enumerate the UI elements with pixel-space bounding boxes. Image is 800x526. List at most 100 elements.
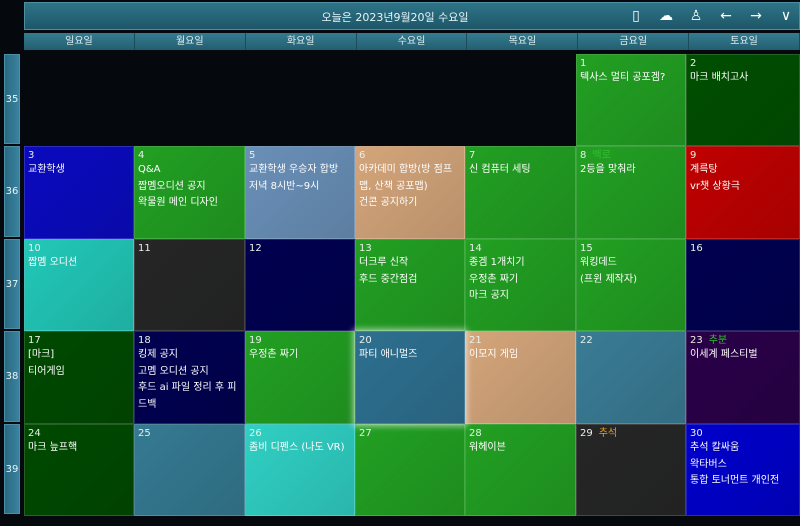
day-number: 27 bbox=[359, 427, 461, 440]
event-item[interactable]: 킹제 공지 bbox=[138, 347, 241, 364]
day-number: 13 bbox=[359, 242, 461, 255]
event-item[interactable]: 마크 공지 bbox=[469, 288, 572, 305]
day-number: 20 bbox=[359, 334, 461, 347]
day-cell-17[interactable]: 17 [마크] 티어게임 bbox=[24, 331, 134, 424]
arrow-right-icon[interactable]: → bbox=[743, 6, 769, 26]
user-icon[interactable]: ♙ bbox=[683, 6, 709, 26]
day-number-text: 10 bbox=[28, 243, 41, 254]
day-cell-26[interactable]: 26 좀비 디펜스 (나도 VR) bbox=[245, 424, 355, 516]
event-item[interactable]: [마크] bbox=[28, 347, 130, 364]
day-number: 10 bbox=[28, 242, 130, 255]
day-number-text: 23 bbox=[690, 335, 703, 346]
event-item[interactable]: 마크 배치고사 bbox=[690, 70, 796, 87]
day-cell-2[interactable]: 2 마크 배치고사 bbox=[686, 54, 800, 146]
event-item[interactable]: 더크루 신작 bbox=[359, 255, 461, 272]
day-cell-11[interactable]: 11 bbox=[134, 239, 245, 331]
event-item[interactable]: 왁물원 메인 디자인 bbox=[138, 195, 241, 212]
event-item[interactable]: Q&A bbox=[138, 162, 241, 179]
day-number-text: 4 bbox=[138, 150, 145, 161]
day-cell-18[interactable]: 18 킹제 공지 고멤 오디션 공지 후드 ai 파일 정리 후 피드백 bbox=[134, 331, 245, 424]
week-number: 39 bbox=[4, 424, 20, 514]
day-cell-14[interactable]: 14 종겜 1개치기 우정촌 짜기 마크 공지 bbox=[465, 239, 576, 331]
day-number: 11 bbox=[138, 242, 241, 255]
day-cell-21[interactable]: 21 이모지 게임 bbox=[465, 331, 576, 424]
day-cell-15[interactable]: 15 워킹데드 (프윈 제작자) bbox=[576, 239, 686, 331]
event-item[interactable]: 후드 ai 파일 정리 후 피드백 bbox=[138, 380, 241, 413]
event-item[interactable]: 저녁 8시반~9시 bbox=[249, 179, 351, 196]
day-cell-9[interactable]: 9 계륵탕 vr챗 상황극 bbox=[686, 146, 800, 239]
arrow-left-icon[interactable]: ← bbox=[713, 6, 739, 26]
event-item[interactable]: 후드 중간점검 bbox=[359, 272, 461, 289]
day-cell-8[interactable]: 8 백로 2등을 맞춰라 bbox=[576, 146, 686, 239]
event-item[interactable]: 아카데미 합방(방 점프맵, 산책 공포맵) bbox=[359, 162, 461, 195]
day-cell-24[interactable]: 24 마크 늪프핵 bbox=[24, 424, 134, 516]
day-number: 22 bbox=[580, 334, 682, 347]
day-cell-12[interactable]: 12 bbox=[245, 239, 355, 331]
day-number-text: 2 bbox=[690, 58, 697, 69]
day-cell-25[interactable]: 25 bbox=[134, 424, 245, 516]
event-item[interactable]: vr챗 상황극 bbox=[690, 179, 796, 196]
day-number: 4 bbox=[138, 149, 241, 162]
day-number: 28 bbox=[469, 427, 572, 440]
cloud-help-icon[interactable]: ☁ bbox=[653, 6, 679, 26]
day-cell-19[interactable]: 19 우정촌 짜기 bbox=[245, 331, 355, 424]
event-item[interactable]: 종겜 1개치기 bbox=[469, 255, 572, 272]
event-item[interactable]: 텍사스 멀티 공포겜? bbox=[580, 70, 682, 87]
event-item[interactable]: 2등을 맞춰라 bbox=[580, 162, 682, 179]
day-number: 16 bbox=[690, 242, 796, 255]
event-item[interactable]: 신 컴퓨터 세팅 bbox=[469, 162, 572, 179]
day-cell-20[interactable]: 20 파티 애니멀즈 bbox=[355, 331, 465, 424]
event-item[interactable]: 짭멤오디션 공지 bbox=[138, 179, 241, 196]
day-cell-10[interactable]: 10 짭멤 오디션 bbox=[24, 239, 134, 331]
event-item[interactable]: 파티 애니멀즈 bbox=[359, 347, 461, 364]
day-cell-23[interactable]: 23 추분 이세계 페스티벌 bbox=[686, 331, 800, 424]
event-item[interactable]: 마크 늪프핵 bbox=[28, 440, 130, 457]
event-item[interactable]: 왁타버스 bbox=[690, 457, 796, 474]
day-cell-5[interactable]: 5 교환학생 우승자 합방 저녁 8시반~9시 bbox=[245, 146, 355, 239]
event-item[interactable]: 티어게임 bbox=[28, 364, 130, 381]
day-cell-4[interactable]: 4 Q&A 짭멤오디션 공지 왁물원 메인 디자인 bbox=[134, 146, 245, 239]
event-item[interactable]: (프윈 제작자) bbox=[580, 272, 682, 289]
weekday-header: 일요일 월요일 화요일 수요일 목요일 금요일 토요일 bbox=[24, 33, 800, 50]
day-cell-6[interactable]: 6 아카데미 합방(방 점프맵, 산책 공포맵) 건콘 공지하기 bbox=[355, 146, 465, 239]
event-item[interactable]: 통합 토너먼트 개인전 bbox=[690, 473, 796, 490]
event-item[interactable]: 교환학생 우승자 합방 bbox=[249, 162, 351, 179]
event-item[interactable]: 짭멤 오디션 bbox=[28, 255, 130, 272]
day-cell-30[interactable]: 30 추석 칼싸움 왁타버스 통합 토너먼트 개인전 bbox=[686, 424, 800, 516]
day-cell-1[interactable]: 1 텍사스 멀티 공포겜? bbox=[576, 54, 686, 146]
weekday-5: 금요일 bbox=[578, 33, 690, 50]
day-number: 1 bbox=[580, 57, 682, 70]
day-number-text: 8 bbox=[580, 150, 587, 161]
weekday-3: 수요일 bbox=[356, 33, 468, 50]
day-number-text: 18 bbox=[138, 335, 151, 346]
event-item[interactable]: 우정촌 짜기 bbox=[249, 347, 351, 364]
day-number-text: 20 bbox=[359, 335, 372, 346]
day-cell-3[interactable]: 3 교환학생 bbox=[24, 146, 134, 239]
day-number: 21 bbox=[469, 334, 572, 347]
day-number: 23 추분 bbox=[690, 334, 796, 347]
day-number: 30 bbox=[690, 427, 796, 440]
day-cell-13[interactable]: 13 더크루 신작 후드 중간점검 bbox=[355, 239, 465, 331]
event-item[interactable]: 교환학생 bbox=[28, 162, 130, 179]
day-cell-29[interactable]: 29 추석 bbox=[576, 424, 686, 516]
day-cell-7[interactable]: 7신 컴퓨터 세팅 bbox=[465, 146, 576, 239]
event-item[interactable]: 건콘 공지하기 bbox=[359, 195, 461, 212]
event-item[interactable]: 고멤 오디션 공지 bbox=[138, 364, 241, 381]
day-cell-27[interactable]: 27 bbox=[355, 424, 465, 516]
event-item[interactable]: 우정촌 짜기 bbox=[469, 272, 572, 289]
phone-icon[interactable]: ▯ bbox=[623, 6, 649, 26]
event-item[interactable]: 추석 칼싸움 bbox=[690, 440, 796, 457]
event-item[interactable]: 좀비 디펜스 (나도 VR) bbox=[249, 440, 351, 457]
holiday-label: 백로 bbox=[592, 150, 611, 161]
day-cell-16[interactable]: 16 bbox=[686, 239, 800, 331]
day-number-text: 9 bbox=[690, 150, 697, 161]
chevron-down-icon[interactable]: ∨ bbox=[773, 6, 799, 26]
event-item[interactable]: 이세계 페스티벌 bbox=[690, 347, 796, 364]
event-item[interactable]: 워헤이븐 bbox=[469, 440, 572, 457]
event-item[interactable]: 이모지 게임 bbox=[469, 347, 572, 364]
day-number-text: 13 bbox=[359, 243, 372, 254]
event-item[interactable]: 계륵탕 bbox=[690, 162, 796, 179]
day-cell-22[interactable]: 22 bbox=[576, 331, 686, 424]
event-item[interactable]: 워킹데드 bbox=[580, 255, 682, 272]
day-cell-28[interactable]: 28 워헤이븐 bbox=[465, 424, 576, 516]
